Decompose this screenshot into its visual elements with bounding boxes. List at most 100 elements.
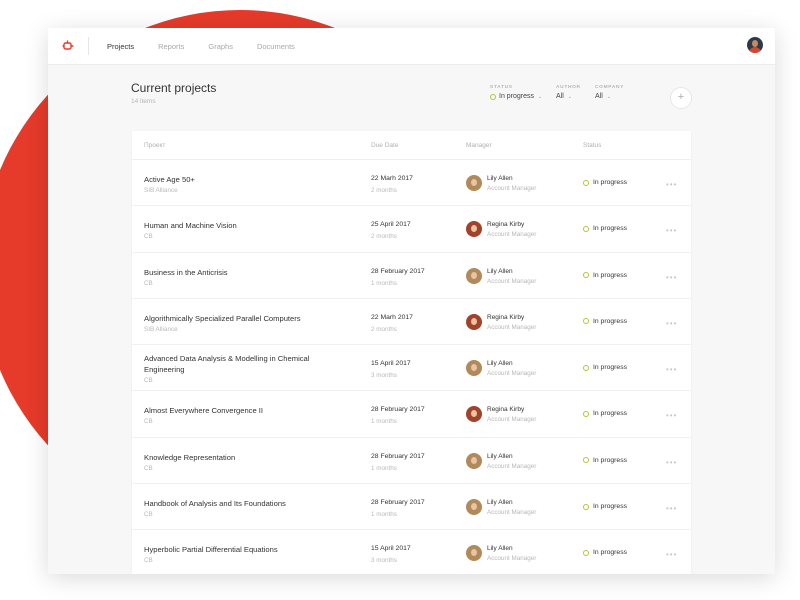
manager-role: Account Manager (487, 323, 537, 331)
due-date: 28 February 2017 (371, 452, 425, 460)
manager-avatar (466, 452, 482, 469)
status-dot-icon (583, 272, 589, 279)
status-label: In progress (593, 225, 628, 233)
table-row[interactable]: Advanced Data Analysis & Modelling in Ch… (132, 345, 691, 392)
status-label: In progress (593, 364, 628, 372)
plus-icon[interactable]: + (670, 87, 692, 109)
table-row[interactable]: Almost Everywhere Convergence II CB 28 Feb… (132, 391, 691, 438)
manager-role: Account Manager (487, 231, 537, 239)
more-dots-icon[interactable]: ••• (666, 319, 677, 328)
project-title[interactable]: Handbook of Analysis and Its Foundations (144, 498, 314, 509)
more-dots-icon[interactable]: ••• (666, 550, 677, 559)
project-title[interactable]: Human and Machine Vision (144, 220, 314, 231)
duration: 3 months (371, 372, 397, 380)
project-title[interactable]: Hyperbolic Partial Differential Equation… (144, 544, 314, 555)
status-badge: In progress (583, 549, 627, 556)
more-dots-icon[interactable]: ••• (666, 458, 677, 467)
table-row[interactable]: Active Age 50+ SIB Alliance 22 Marh 2017 2 … (132, 160, 691, 207)
nav-documents[interactable]: Documents (257, 42, 295, 51)
status-dot-icon (583, 364, 589, 371)
item-count: 14 items (131, 98, 156, 105)
company-filter[interactable]: COMPANY All ⌄ (595, 85, 624, 100)
due-date: 15 April 2017 (371, 545, 411, 553)
nav-graphs[interactable]: Graphs (208, 42, 233, 51)
status-label: In progress (593, 410, 628, 418)
user-avatar[interactable] (747, 37, 763, 53)
manager-avatar (466, 406, 482, 423)
more-dots-icon[interactable]: ••• (666, 273, 677, 282)
more-dots-icon[interactable]: ••• (666, 180, 677, 189)
duration: 3 months (371, 557, 397, 565)
project-company: CB (144, 557, 153, 565)
app-window: Projects Reports Graphs Documents Curren… (48, 28, 775, 574)
project-title[interactable]: Business in the Anticrisis (144, 267, 314, 278)
duration: 1 months (371, 418, 397, 426)
top-navbar: Projects Reports Graphs Documents (48, 28, 775, 65)
column-manager[interactable]: Manager (466, 142, 492, 149)
status-dot-icon (583, 225, 589, 232)
project-title[interactable]: Almost Everywhere Convergence II (144, 405, 314, 416)
status-label: In progress (593, 317, 628, 325)
chevron-down-icon: ⌄ (538, 93, 543, 100)
column-due-date[interactable]: Due Date (371, 142, 398, 149)
project-company: CB (144, 418, 153, 426)
table-row[interactable]: Handbook of Analysis and Its Foundations… (132, 484, 691, 531)
status-dot-icon (583, 457, 589, 464)
table-row[interactable]: Knowledge Representation CB 28 February 20… (132, 438, 691, 485)
project-title[interactable]: Algorithmically Specialized Parallel Com… (144, 313, 314, 324)
nav-projects[interactable]: Projects (107, 42, 134, 51)
status-filter[interactable]: STATUS In progress ⌄ (490, 85, 542, 100)
status-dot-icon (583, 318, 589, 325)
more-dots-icon[interactable]: ••• (666, 411, 677, 420)
table-body: Active Age 50+ SIB Alliance 22 Marh 2017 2 … (132, 160, 691, 574)
more-dots-icon[interactable]: ••• (666, 226, 677, 235)
more-dots-icon[interactable]: ••• (666, 504, 677, 513)
manager-role: Account Manager (487, 416, 537, 424)
column-status[interactable]: Status (583, 142, 601, 149)
due-date: 22 Marh 2017 (371, 175, 413, 182)
status-label: In progress (593, 179, 628, 186)
table-row[interactable]: Human and Machine Vision CB 25 April 2017 2… (132, 206, 691, 253)
due-date: 15 April 2017 (371, 360, 411, 368)
status-badge: In progress (583, 457, 627, 464)
project-company: CB (144, 464, 153, 472)
status-label: In progress (593, 549, 628, 557)
manager-avatar (466, 499, 482, 516)
project-title[interactable]: Advanced Data Analysis & Modelling in Ch… (144, 353, 314, 375)
due-date: 25 April 2017 (371, 221, 411, 229)
due-date: 28 February 2017 (371, 267, 425, 275)
table-row[interactable]: Hyperbolic Partial Differential Equation… (132, 530, 691, 574)
more-dots-icon[interactable]: ••• (666, 365, 677, 374)
author-filter[interactable]: AUTHOR All ⌄ (556, 85, 581, 100)
projects-table: Проект Due Date Manager Status Active Ag… (132, 131, 691, 574)
project-company: CB (144, 279, 153, 287)
duration: 1 months (371, 464, 397, 472)
project-title[interactable]: Active Age 50+ (144, 174, 314, 185)
status-label: In progress (593, 456, 628, 464)
main-nav: Projects Reports Graphs Documents (107, 42, 319, 51)
author-filter-value: All (556, 93, 564, 100)
nav-reports[interactable]: Reports (158, 42, 184, 51)
status-label: In progress (593, 271, 628, 279)
logo-mark-icon[interactable] (58, 36, 78, 56)
status-badge: In progress (583, 179, 627, 186)
duration: 1 months (371, 511, 397, 519)
table-row[interactable]: Algorithmically Specialized Parallel Com… (132, 299, 691, 346)
status-dot-icon (583, 549, 589, 556)
manager-avatar (466, 360, 482, 377)
status-badge: In progress (583, 503, 627, 510)
table-row[interactable]: Business in the Anticrisis CB 28 February … (132, 253, 691, 299)
page-title: Current projects (131, 81, 217, 95)
manager-name: Lily Allen (487, 267, 513, 275)
status-badge: In progress (583, 410, 627, 417)
project-title[interactable]: Knowledge Representation (144, 452, 314, 463)
status-dot-icon (490, 93, 496, 100)
manager-name: Lily Allen (487, 545, 513, 553)
manager-name: Regina Kirby (487, 406, 525, 414)
column-project[interactable]: Проект (144, 142, 165, 149)
project-company: CB (144, 377, 153, 385)
manager-avatar (466, 221, 482, 238)
status-dot-icon (583, 503, 589, 510)
manager-name: Lily Allen (487, 499, 513, 507)
duration: 1 months (371, 279, 397, 287)
